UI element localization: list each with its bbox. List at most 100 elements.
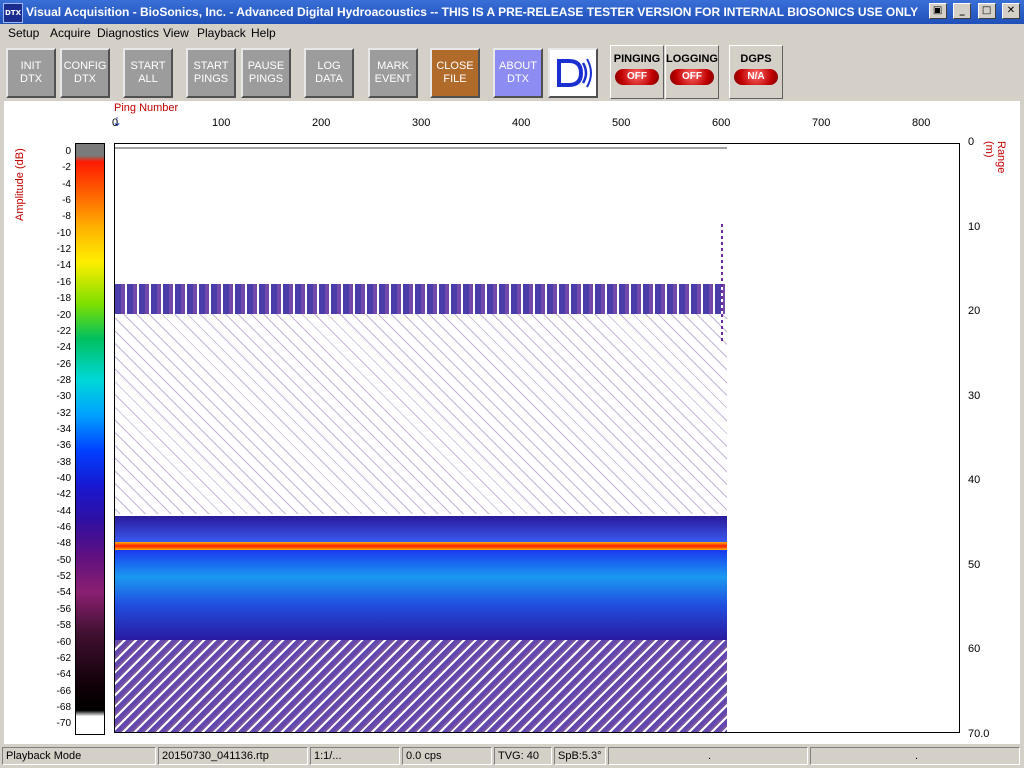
amplitude-tick-label: -10: [56, 227, 71, 239]
amplitude-tick-label: -38: [56, 456, 71, 468]
amplitude-tick-label: -14: [56, 260, 71, 272]
status-tvg: TVG: 40: [494, 747, 552, 765]
x-tick-label: 700: [812, 117, 831, 129]
close-file-button[interactable]: CLOSE FILE: [430, 48, 480, 98]
x-tick-label: 400: [512, 117, 531, 129]
menu-playback[interactable]: Playback: [197, 26, 246, 40]
menu-diagnostics[interactable]: Diagnostics: [97, 26, 159, 40]
amplitude-tick-label: -46: [56, 522, 71, 534]
range-tick-label: 10: [968, 220, 981, 233]
status-spb: SpB:5.3°: [554, 747, 606, 765]
amplitude-tick-label: -12: [56, 244, 71, 256]
amplitude-tick-label: -34: [56, 423, 71, 435]
menu-bar: Setup Acquire Diagnostics View Playback …: [0, 24, 1024, 42]
echogram-right-edge-marks: [721, 224, 723, 344]
amplitude-axis-title: Amplitude (dB): [14, 148, 26, 221]
log-data-button[interactable]: LOG DATA: [304, 48, 354, 98]
status-cps: 0.0 cps: [402, 747, 492, 765]
amplitude-tick-label: -64: [56, 669, 71, 681]
amplitude-tick-label: -48: [56, 538, 71, 550]
amplitude-color-scale: [75, 143, 105, 735]
start-pings-button[interactable]: START PINGS: [186, 48, 236, 98]
amplitude-tick-label: -16: [56, 276, 71, 288]
amplitude-tick-label: -8: [62, 211, 71, 223]
amplitude-tick-label: -40: [56, 473, 71, 484]
amplitude-tick-label: -66: [56, 685, 71, 697]
bottom-lower-band: [115, 550, 727, 640]
window-title: Visual Acquisition - BioSonics, Inc. - A…: [26, 5, 919, 19]
amplitude-tick-label: -28: [56, 374, 71, 386]
amplitude-tick-label: -54: [56, 587, 71, 599]
close-window-button[interactable]: ✕: [1002, 3, 1020, 19]
maximize-button[interactable]: □: [977, 3, 996, 19]
echogram-panel: Ping Number ⇣ 0 100 200 300 400 500 600 700 800 …: [4, 101, 1020, 744]
about-dtx-button[interactable]: ABOUT DTX: [493, 48, 543, 98]
top-pulse-line: [115, 147, 727, 149]
amplitude-tick-label: -26: [56, 358, 71, 370]
amplitude-tick-label: -32: [56, 407, 71, 419]
echogram-plot-frame: [114, 143, 960, 733]
amplitude-tick-label: -36: [56, 440, 71, 452]
dgps-indicator[interactable]: DGPS N/A: [729, 45, 783, 99]
menu-acquire[interactable]: Acquire: [50, 26, 91, 40]
title-bar: DTX Visual Acquisition - BioSonics, Inc.…: [0, 0, 1024, 24]
range-tick-label: 50: [968, 558, 981, 571]
surface-echo-band: [115, 284, 727, 314]
amplitude-tick-label: -24: [56, 342, 71, 354]
amplitude-tick-label: -68: [56, 701, 71, 713]
status-ratio: 1:1/...: [310, 747, 400, 765]
range-tick-label: 30: [968, 389, 981, 402]
range-tick-label: 40: [968, 474, 981, 486]
amplitude-tick-label: -20: [56, 309, 71, 321]
help-icon[interactable]: ▣: [928, 3, 947, 19]
menu-view[interactable]: View: [163, 26, 189, 40]
amplitude-tick-label: -50: [56, 554, 71, 566]
status-slot-2: .: [810, 747, 1020, 765]
minimize-button[interactable]: _: [953, 3, 972, 19]
range-tick-label: 0: [968, 136, 975, 148]
x-tick-label: 0: [112, 117, 119, 129]
logging-indicator[interactable]: LOGGING OFF: [665, 45, 719, 99]
config-dtx-button[interactable]: CONFIG DTX: [60, 48, 110, 98]
status-bar: Playback Mode 20150730_041136.rtp 1:1/..…: [0, 744, 1024, 768]
x-tick-label: 200: [312, 117, 331, 129]
amplitude-tick-label: -42: [56, 489, 71, 501]
start-all-button[interactable]: START ALL: [123, 48, 173, 98]
dgps-status-badge: N/A: [734, 69, 778, 85]
status-mode: Playback Mode: [2, 747, 156, 765]
menu-setup[interactable]: Setup: [8, 26, 39, 40]
bottom-upper-band: [115, 516, 727, 542]
ping-number-axis-title: Ping Number: [114, 102, 179, 114]
init-dtx-button[interactable]: INIT DTX: [6, 48, 56, 98]
bottom-echo-line: [115, 542, 727, 550]
x-tick-label: 600: [712, 117, 731, 129]
logging-label: LOGGING: [666, 53, 718, 65]
status-file: 20150730_041136.rtp: [158, 747, 308, 765]
menu-help[interactable]: Help: [251, 26, 276, 40]
x-tick-label: 500: [612, 117, 631, 129]
amplitude-tick-label: -2: [62, 162, 71, 174]
app-icon: DTX: [3, 3, 23, 23]
status-slot-1: .: [608, 747, 808, 765]
mark-event-button[interactable]: MARK EVENT: [368, 48, 418, 98]
amplitude-tick-label: -58: [56, 620, 71, 632]
amplitude-tick-label: -52: [56, 571, 71, 583]
pinging-indicator[interactable]: PINGING OFF: [610, 45, 664, 99]
range-tick-label: 20: [968, 305, 981, 317]
logging-status-badge: OFF: [670, 69, 714, 85]
range-tick-label: 70.0: [968, 727, 990, 740]
echogram-image: [115, 144, 727, 732]
range-axis-title: Range (m): [983, 141, 1007, 174]
amplitude-tick-label: -44: [56, 505, 71, 517]
x-tick-label: 800: [912, 117, 931, 129]
water-column-noise: [115, 314, 727, 514]
sub-bottom-noise: [115, 640, 727, 732]
pause-pings-button[interactable]: PAUSE PINGS: [241, 48, 291, 98]
pinging-status-badge: OFF: [615, 69, 659, 85]
window-controls: ▣ _ □ ✕: [927, 3, 1020, 21]
dgps-label: DGPS: [740, 53, 772, 65]
pinging-label: PINGING: [613, 53, 661, 65]
amplitude-tick-label: 0: [65, 146, 71, 157]
amplitude-tick-label: -6: [62, 195, 71, 207]
biosonics-logo-icon[interactable]: [548, 48, 598, 98]
